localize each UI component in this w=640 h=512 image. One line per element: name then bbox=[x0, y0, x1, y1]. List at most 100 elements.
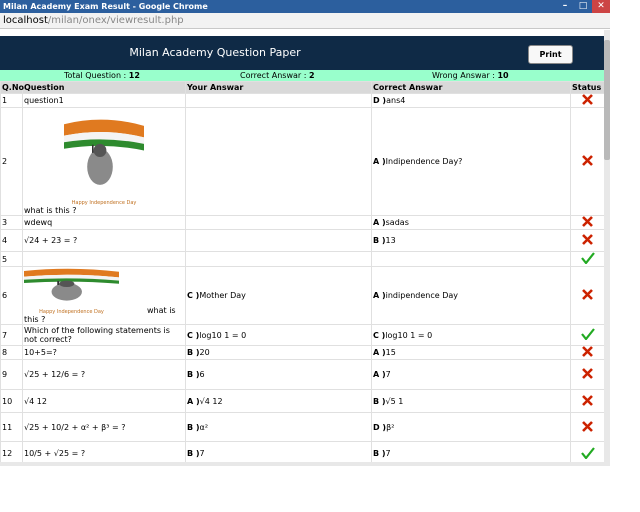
correct-answer-cell bbox=[371, 251, 571, 267]
cross-icon bbox=[582, 234, 593, 245]
cross-icon bbox=[582, 346, 593, 357]
status-cell bbox=[570, 251, 604, 267]
status-cell bbox=[570, 93, 604, 108]
cross-icon bbox=[582, 216, 593, 227]
results-table: Q.No Question Your Answar Correct Answar… bbox=[0, 81, 604, 462]
your-answer-cell: B )6 bbox=[185, 359, 372, 390]
correct-answer-label: A ) bbox=[373, 370, 386, 379]
correct-answer-label: A ) bbox=[373, 218, 386, 227]
your-answer: α² bbox=[199, 422, 209, 432]
status-cell bbox=[570, 266, 604, 325]
summary-bar: Total Question : 12 Correct Answar : 2 W… bbox=[0, 70, 604, 81]
question-cell: √4 12 bbox=[22, 389, 186, 413]
cross-icon bbox=[582, 289, 593, 300]
wrong-value: 10 bbox=[497, 71, 509, 80]
your-answer-label: A ) bbox=[187, 396, 200, 406]
correct-answer: 13 bbox=[385, 236, 396, 245]
question-cell: Happy Independence Day what is this ? bbox=[22, 107, 186, 216]
your-answer-label: B ) bbox=[187, 422, 200, 432]
qno-cell: 7 bbox=[0, 324, 23, 346]
question-number: 2 bbox=[2, 157, 8, 166]
correct-answer-label: A ) bbox=[373, 348, 386, 357]
correct-answer: sadas bbox=[385, 218, 409, 227]
your-answer-cell: B )α² bbox=[185, 412, 372, 442]
correct-answer-cell: A )indipendence Day bbox=[371, 266, 571, 325]
question-text: √25 + 12/6 = ? bbox=[24, 370, 86, 379]
question-number: 6 bbox=[2, 291, 8, 300]
qno-cell: 1 bbox=[0, 93, 23, 108]
your-answer: 20 bbox=[199, 348, 210, 357]
correct-answer: 7 bbox=[385, 449, 391, 458]
correct-answer-cell: B )7 bbox=[371, 441, 571, 462]
table-row: 8 10+5=? B )20 A )15 bbox=[0, 345, 604, 360]
correct-answer-cell: B )13 bbox=[371, 229, 571, 252]
check-icon bbox=[580, 328, 595, 341]
window-title: Milan Academy Exam Result - Google Chrom… bbox=[3, 2, 208, 11]
correct-answer-label: B ) bbox=[373, 449, 386, 458]
qno-cell: 5 bbox=[0, 251, 23, 267]
correct-answer-cell: A )7 bbox=[371, 359, 571, 390]
status-cell bbox=[570, 324, 604, 346]
correct-answer: √5 1 bbox=[385, 396, 404, 406]
total-label: Total Question : bbox=[64, 71, 127, 80]
question-number: 12 bbox=[2, 449, 13, 458]
table-row: 11 √25 + 10/2 + α² + β³ = ? B )α² D )β² bbox=[0, 412, 604, 442]
status-cell bbox=[570, 345, 604, 360]
correct-answer-label: C ) bbox=[373, 330, 386, 340]
question-text: Which of the following statements is not… bbox=[24, 326, 170, 344]
question-text: √4 12 bbox=[24, 396, 47, 406]
table-row: 12 10/5 + √25 = ? B )7 B )7 bbox=[0, 441, 604, 462]
your-answer-label: B ) bbox=[187, 370, 200, 379]
check-icon bbox=[580, 252, 595, 265]
vertical-scrollbar[interactable] bbox=[604, 30, 610, 462]
col-qno: Q.No bbox=[0, 81, 25, 94]
col-status: Status bbox=[570, 81, 604, 94]
url-host: localhost bbox=[3, 15, 48, 26]
your-answer-cell: B )7 bbox=[185, 441, 372, 462]
question-content: Happy Independence Day what is bbox=[24, 267, 184, 315]
your-answer-cell bbox=[185, 215, 372, 230]
scroll-thumb[interactable] bbox=[604, 40, 610, 160]
correct-answer: β² bbox=[386, 422, 395, 432]
correct-answer: log10 1 = 0 bbox=[385, 330, 433, 340]
maximize-button[interactable]: □ bbox=[574, 0, 592, 13]
horizontal-scrollbar[interactable] bbox=[0, 462, 610, 466]
question-number: 1 bbox=[2, 96, 8, 105]
window-titlebar: Milan Academy Exam Result - Google Chrom… bbox=[0, 0, 610, 13]
your-answer-label: B ) bbox=[187, 449, 200, 458]
wrong-label: Wrong Answar : bbox=[432, 71, 495, 80]
qno-cell: 6 bbox=[0, 266, 23, 325]
status-cell bbox=[570, 359, 604, 390]
status-cell bbox=[570, 107, 604, 216]
correct-answer-label: A ) bbox=[373, 157, 386, 166]
question-cell: 10/5 + √25 = ? bbox=[22, 441, 186, 462]
question-cell: Which of the following statements is not… bbox=[22, 324, 186, 346]
close-window-button[interactable]: ✕ bbox=[592, 0, 610, 13]
cross-icon bbox=[582, 94, 593, 105]
your-answer-cell bbox=[185, 93, 372, 108]
question-text: √24 + 23 = ? bbox=[24, 236, 78, 245]
correct-answer-label: D ) bbox=[373, 96, 387, 105]
your-answer: log10 1 = 0 bbox=[199, 330, 247, 340]
question-number: 3 bbox=[2, 218, 8, 227]
url-path: /milan/onex/viewresult.php bbox=[47, 15, 184, 26]
correct-count: Correct Answar : 2 bbox=[240, 70, 315, 81]
table-row: 1 question1 D )ans4 bbox=[0, 93, 604, 108]
correct-answer: Indipendence Day? bbox=[385, 157, 463, 166]
your-answer-label: C ) bbox=[187, 330, 200, 340]
your-answer: Mother Day bbox=[199, 291, 246, 300]
question-text: 10+5=? bbox=[24, 348, 57, 357]
page-viewport: Milan Academy Question Paper Print Total… bbox=[0, 30, 604, 462]
correct-answer: indipendence Day bbox=[385, 291, 459, 300]
status-cell bbox=[570, 229, 604, 252]
address-bar[interactable]: localhost/milan/onex/viewresult.php bbox=[0, 13, 610, 29]
your-answer-label: C ) bbox=[187, 291, 200, 300]
check-icon bbox=[580, 446, 595, 460]
status-cell bbox=[570, 412, 604, 442]
minimize-button[interactable]: – bbox=[556, 0, 574, 13]
question-cell: question1 bbox=[22, 93, 186, 108]
print-button[interactable]: Print bbox=[528, 45, 573, 64]
wrong-count: Wrong Answar : 10 bbox=[432, 70, 509, 81]
question-number: 11 bbox=[2, 422, 13, 432]
your-answer-label: B ) bbox=[187, 348, 200, 357]
